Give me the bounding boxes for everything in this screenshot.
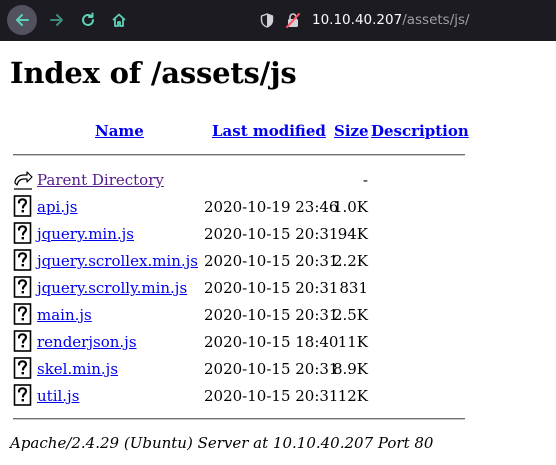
url-text[interactable]: 10.10.40.207/assets/js/ [312,12,470,28]
reload-icon [82,12,94,26]
file-size: 12K [337,387,368,405]
server-signature: Apache/2.4.29 (Ubuntu) Server at 10.10.4… [10,434,434,452]
arrow-left-icon [16,14,29,26]
column-header-name[interactable]: Name [95,122,144,140]
file-link[interactable]: main.js [37,306,92,324]
file-link[interactable]: jquery.scrolly.min.js [37,279,187,297]
url-path: /assets/js/ [402,12,470,28]
forward-button[interactable] [42,5,72,35]
footer-divider [13,418,465,420]
url-host: 10.10.40.207 [312,12,403,28]
unknown-file-icon [13,222,32,244]
file-size: 94K [337,225,368,243]
unknown-file-icon [13,195,32,217]
browser-toolbar: 10.10.40.207/assets/js/ [0,0,556,41]
header-divider [13,154,465,156]
unknown-file-icon [13,249,32,271]
sort-by-description-link[interactable]: Description [371,122,469,140]
shield-icon[interactable] [260,13,274,28]
file-size: 2.2K [332,252,368,270]
file-size: 831 [339,279,368,297]
file-link[interactable]: renderjson.js [37,333,137,351]
sort-by-last-modified-link[interactable]: Last modified [212,122,326,140]
home-button[interactable] [104,5,134,35]
column-header-last-modified[interactable]: Last modified [212,122,326,140]
unknown-file-icon [13,276,32,298]
column-header-description[interactable]: Description [371,122,469,140]
file-size: 2.5K [332,306,368,324]
sort-by-name-link[interactable]: Name [95,122,144,140]
column-header-size[interactable]: Size [334,122,369,140]
home-icon [112,13,126,27]
insecure-lock-icon[interactable] [286,12,300,28]
file-size: 1.0K [332,198,368,216]
file-link[interactable]: jquery.scrollex.min.js [37,252,198,270]
unknown-file-icon [13,384,32,406]
unknown-file-icon [13,330,32,352]
back-folder-icon [14,171,33,190]
back-button[interactable] [7,5,37,35]
file-link[interactable]: skel.min.js [37,360,118,378]
page-title: Index of /assets/js [10,56,297,90]
url-bar[interactable]: 10.10.40.207/assets/js/ [251,5,556,36]
file-link[interactable]: jquery.min.js [37,225,134,243]
parent-directory-link[interactable]: Parent Directory [37,171,164,189]
reload-button[interactable] [73,5,103,35]
unknown-file-icon [13,357,32,379]
file-size: 11K [337,333,368,351]
file-link[interactable]: api.js [37,198,77,216]
unknown-file-icon [13,303,32,325]
sort-by-size-link[interactable]: Size [334,122,369,140]
arrow-right-icon [50,14,63,26]
file-link[interactable]: util.js [37,387,79,405]
file-size: 8.9K [332,360,368,378]
parent-size: - [362,171,368,189]
